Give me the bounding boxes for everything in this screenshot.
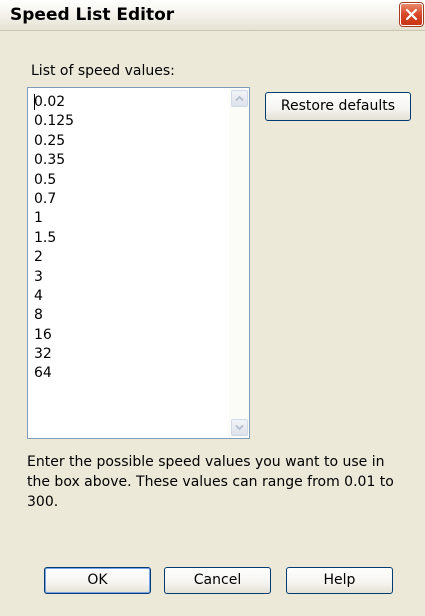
speed-value-line: 32 [34,346,52,363]
speed-values-textbox[interactable]: 0.02 0.125 0.25 0.35 0.5 0.7 1 1.5 2 3 4 8 16 32 64 [27,87,250,439]
speed-value-line: 0.02 [34,94,66,110]
help-button[interactable]: Help [286,567,393,594]
list-label: List of speed values: [31,63,175,79]
speed-list-editor-dialog: Speed List Editor List of speed values: … [0,0,425,616]
speed-value-line: 4 [34,287,43,304]
chevron-up-icon [235,95,244,102]
close-icon [405,8,418,21]
speed-value-line: 16 [34,326,52,343]
speed-value-line: 0.25 [34,132,66,149]
speed-value-line: 2 [34,249,43,266]
speed-values-list: 0.02 0.125 0.25 0.35 0.5 0.7 1 1.5 2 3 4 8 16 32 64 [34,93,74,384]
close-button[interactable] [400,3,423,26]
speed-value-line: 8 [34,307,43,324]
text-caret [34,94,35,110]
ok-button[interactable]: OK [44,567,151,594]
title-bar[interactable]: Speed List Editor [0,0,425,31]
speed-value-line: 1.5 [34,229,57,246]
dialog-title: Speed List Editor [10,5,175,25]
speed-value-line: 64 [34,365,52,382]
scroll-up-button[interactable] [231,90,248,107]
restore-defaults-button[interactable]: Restore defaults [265,92,411,121]
speed-value-line: 3 [34,268,43,285]
speed-value-line: 1 [34,210,43,227]
window-frame [0,31,3,616]
cancel-button[interactable]: Cancel [164,567,271,594]
vertical-scrollbar[interactable] [229,88,249,438]
description-text: Enter the possible speed values you want… [27,454,394,510]
speed-value-line: 0.5 [34,171,57,188]
speed-value-line: 0.35 [34,152,66,169]
chevron-down-icon [235,424,244,431]
speed-value-line: 0.125 [34,113,75,130]
speed-value-line: 0.7 [34,190,57,207]
scroll-down-button[interactable] [231,419,248,436]
